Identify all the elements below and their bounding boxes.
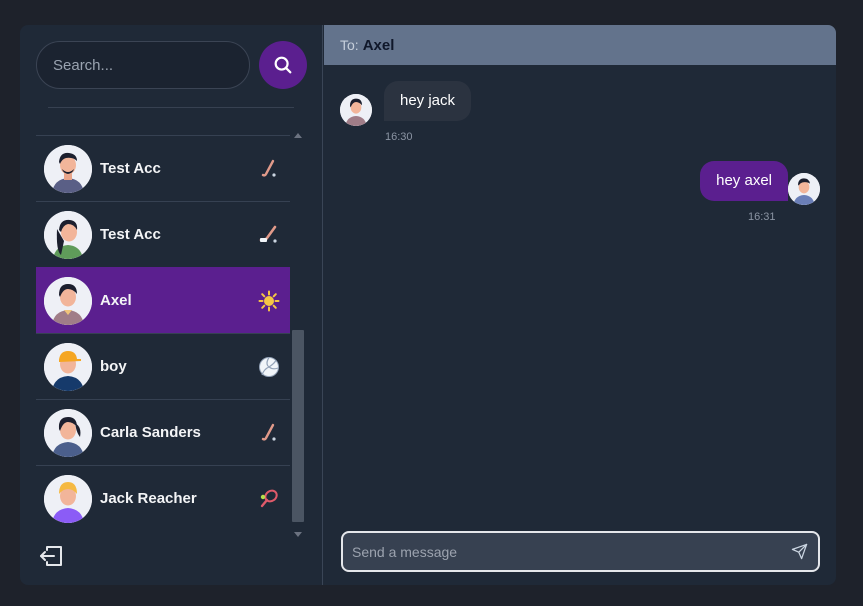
contact-name: Jack Reacher xyxy=(100,490,197,507)
contact-name: boy xyxy=(100,358,127,375)
hockey-stick-icon xyxy=(258,422,280,444)
contact-item[interactable]: boy xyxy=(36,333,290,399)
contact-name: Test Acc xyxy=(100,160,161,177)
scroll-down-arrow-icon[interactable] xyxy=(294,532,302,537)
chat-panel: To: Axel hey jack 16:30 hey axel 16:31 S… xyxy=(324,25,836,585)
search-bar xyxy=(36,41,307,89)
recipient-name: Axel xyxy=(362,36,395,54)
sender-avatar xyxy=(340,94,372,126)
message-input[interactable] xyxy=(343,533,773,570)
logout-button[interactable] xyxy=(36,541,66,571)
avatar xyxy=(44,144,92,193)
message-bubble: hey axel xyxy=(700,161,788,201)
message-bubble: hey jack xyxy=(384,81,472,121)
own-avatar xyxy=(788,173,820,205)
message-outgoing: hey axel xyxy=(700,161,788,201)
message-time: 16:30 xyxy=(385,131,413,143)
avatar xyxy=(44,210,92,259)
avatar xyxy=(44,474,92,523)
search-input[interactable] xyxy=(36,41,250,89)
search-button[interactable] xyxy=(259,41,307,89)
contact-item-active[interactable]: Axel xyxy=(36,267,290,333)
divider xyxy=(48,107,294,108)
logout-icon xyxy=(40,546,62,566)
contact-item[interactable]: Test Acc xyxy=(36,201,290,267)
messenger-app: Test Acc Test Acc xyxy=(20,25,836,585)
to-label: To: xyxy=(340,37,359,53)
message-time: 16:31 xyxy=(748,211,776,223)
contact-name: Carla Sanders xyxy=(100,424,201,441)
contact-item[interactable]: Jack Reacher xyxy=(36,465,290,531)
contact-list: Test Acc Test Acc Axel boy Carla Sanders… xyxy=(36,135,290,535)
contact-item[interactable]: Carla Sanders xyxy=(36,399,290,465)
send-icon xyxy=(791,543,807,559)
tennis-racket-icon xyxy=(258,488,280,510)
contacts-sidebar: Test Acc Test Acc xyxy=(20,25,323,585)
contact-list-scrollbar[interactable] xyxy=(292,133,304,537)
avatar xyxy=(44,342,92,391)
avatar xyxy=(44,276,92,325)
scroll-thumb[interactable] xyxy=(292,330,304,522)
contact-item[interactable]: Test Acc xyxy=(36,135,290,201)
contact-name: Axel xyxy=(100,292,132,309)
avatar xyxy=(44,408,92,457)
volleyball-icon xyxy=(258,356,280,378)
sun-icon xyxy=(258,290,280,312)
search-icon xyxy=(274,56,292,74)
scroll-up-arrow-icon[interactable] xyxy=(294,133,302,138)
contact-name: Test Acc xyxy=(100,226,161,243)
chat-header: To: Axel xyxy=(324,25,836,65)
send-button[interactable] xyxy=(790,542,808,560)
message-composer xyxy=(341,531,820,572)
message-incoming: hey jack xyxy=(384,81,472,121)
hockey-stick-puck-icon xyxy=(258,224,280,246)
hockey-stick-icon xyxy=(258,158,280,180)
